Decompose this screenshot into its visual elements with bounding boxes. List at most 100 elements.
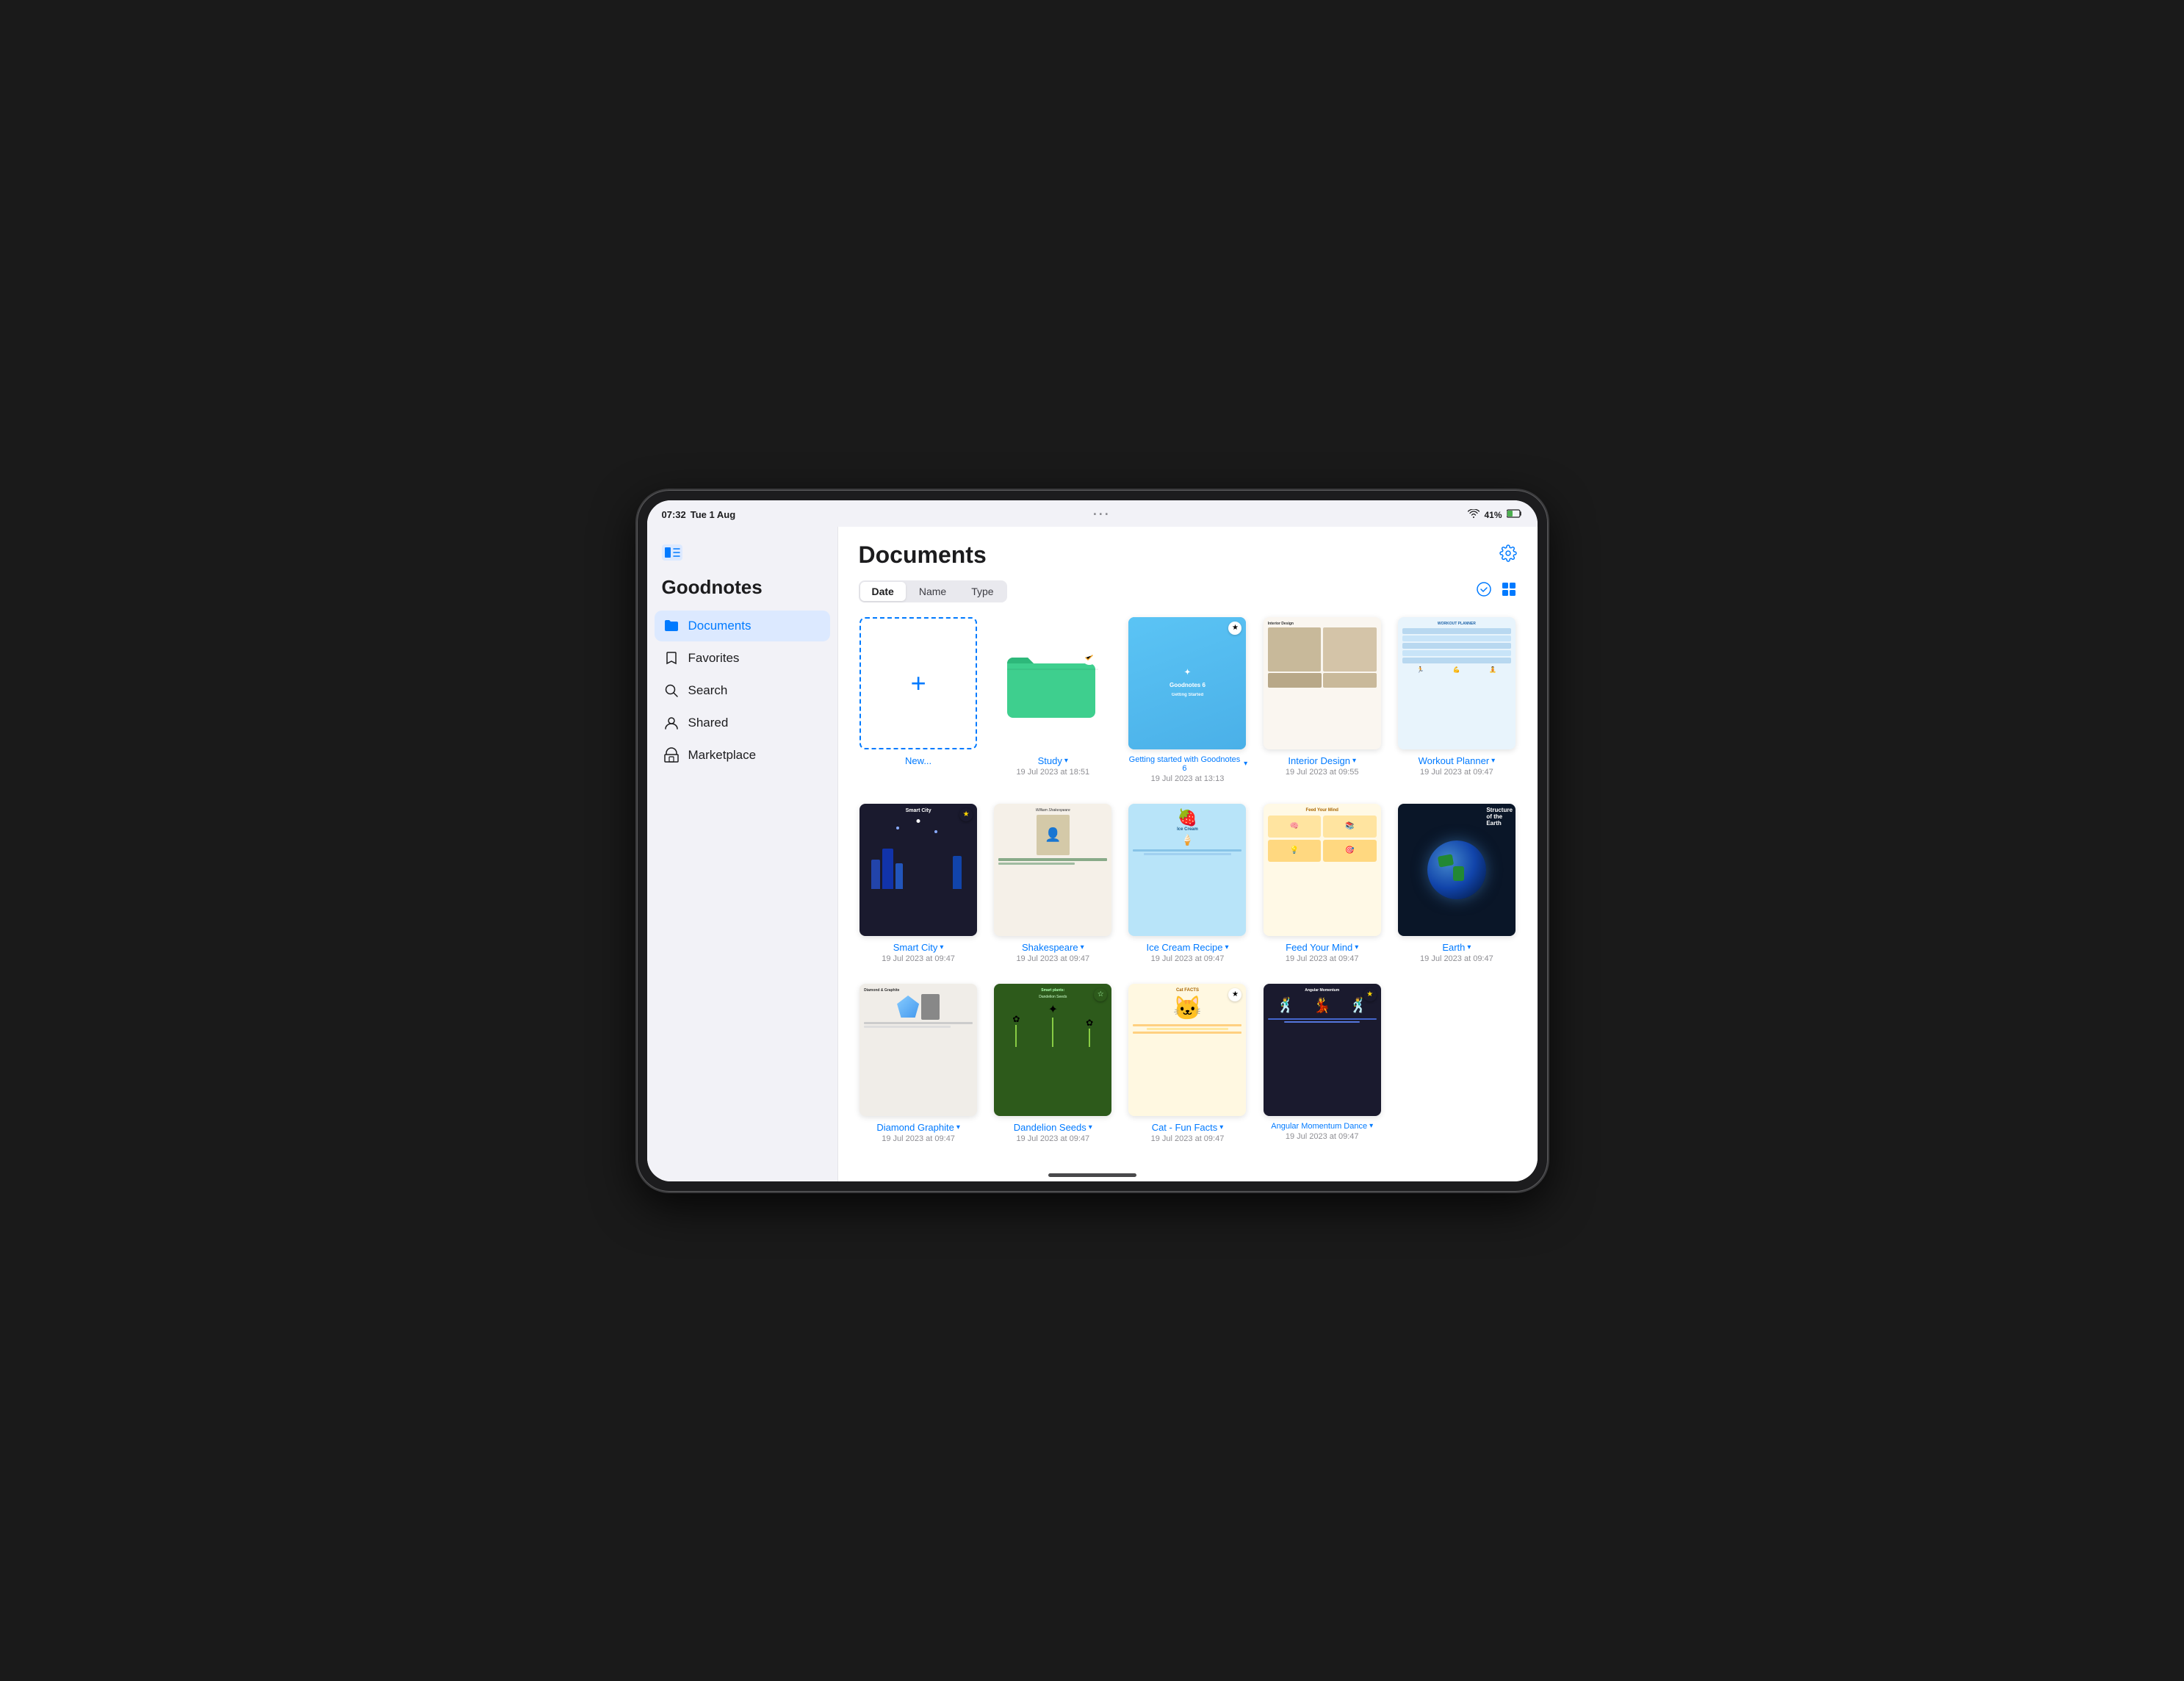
sort-type[interactable]: Type: [959, 582, 1005, 601]
doc-workout-planner[interactable]: WORKOUT PLANNER 🏃: [1396, 617, 1516, 783]
settings-button[interactable]: [1499, 544, 1517, 566]
sidebar-item-favorites[interactable]: Favorites: [655, 643, 830, 674]
doc-workout-planner-thumbnail: WORKOUT PLANNER 🏃: [1398, 617, 1516, 749]
doc-angular-momentum-date: 19 Jul 2023 at 09:47: [1286, 1132, 1359, 1141]
doc-interior-design-name: Interior Design ▾: [1288, 755, 1356, 766]
star-badge: ★: [1228, 622, 1241, 635]
search-icon: [663, 683, 680, 699]
device-frame: 07:32 Tue 1 Aug ··· 41%: [637, 490, 1548, 1192]
star-badge: ☆: [1094, 988, 1107, 1001]
doc-study-date: 19 Jul 2023 at 18:51: [1016, 768, 1089, 777]
chevron-icon: ▾: [1244, 760, 1247, 768]
chevron-down-icon: ▾: [1064, 757, 1068, 765]
status-bar: 07:32 Tue 1 Aug ··· 41%: [647, 500, 1538, 527]
doc-diamond-graphite-date: 19 Jul 2023 at 09:47: [882, 1134, 955, 1143]
folder-icon: [663, 618, 680, 634]
sidebar-toggle-button[interactable]: [662, 544, 682, 564]
sidebar-item-documents[interactable]: Documents: [655, 611, 830, 641]
doc-shakespeare[interactable]: William Shakespeare 👤 Shakespeare ▾: [993, 804, 1113, 963]
sidebar-item-favorites-label: Favorites: [688, 651, 740, 666]
sidebar-header: [647, 539, 837, 576]
doc-shakespeare-date: 19 Jul 2023 at 09:47: [1016, 954, 1089, 963]
doc-interior-design-date: 19 Jul 2023 at 09:55: [1286, 768, 1359, 777]
doc-cat-fun-facts[interactable]: Cat FACTS 🐱 ★ Cat - Fun: [1128, 984, 1247, 1143]
status-left: 07:32 Tue 1 Aug: [662, 509, 736, 520]
sort-date[interactable]: Date: [860, 582, 906, 601]
doc-dandelion-seeds-name: Dandelion Seeds ▾: [1014, 1122, 1092, 1133]
date: Tue 1 Aug: [691, 509, 735, 520]
star-badge: ★: [959, 808, 973, 821]
doc-smart-city-date: 19 Jul 2023 at 09:47: [882, 954, 955, 963]
bookmark-icon: [663, 650, 680, 666]
time: 07:32: [662, 509, 686, 520]
app-title-area: Goodnotes: [647, 576, 837, 611]
doc-diamond-graphite[interactable]: Diamond & Graphite Diamond Graphite: [859, 984, 979, 1143]
main-content: Documents Date Name: [838, 527, 1538, 1181]
doc-smart-city[interactable]: Smart City: [859, 804, 979, 963]
doc-interior-design-thumbnail: Interior Design: [1264, 617, 1381, 749]
doc-cat-fun-facts-date: 19 Jul 2023 at 09:47: [1151, 1134, 1225, 1143]
new-doc-thumbnail: +: [859, 617, 977, 749]
app-title: Goodnotes: [662, 576, 763, 598]
screen: 07:32 Tue 1 Aug ··· 41%: [647, 500, 1538, 1181]
header-actions: [1499, 544, 1517, 566]
sidebar-nav: Documents Favorites: [647, 611, 837, 771]
sidebar-item-search-label: Search: [688, 683, 728, 698]
doc-getting-started[interactable]: ✦ Goodnotes 6 Getting Started ★ Getting …: [1128, 617, 1247, 783]
doc-shakespeare-name: Shakespeare ▾: [1022, 942, 1084, 953]
home-indicator: [1048, 1173, 1136, 1177]
sort-bar: Date Name Type: [859, 580, 1517, 602]
doc-ice-cream[interactable]: 🍓 Ice Cream 🍦 Ice Cream Recipe: [1128, 804, 1247, 963]
chevron-icon: ▾: [1467, 943, 1471, 951]
doc-study[interactable]: Study ▾ 19 Jul 2023 at 18:51: [993, 617, 1113, 783]
doc-study-name: Study ▾: [1038, 755, 1068, 766]
sidebar-item-marketplace-label: Marketplace: [688, 748, 757, 763]
sidebar-item-search[interactable]: Search: [655, 675, 830, 706]
chevron-icon: ▾: [1089, 1123, 1092, 1131]
battery-icon: [1507, 509, 1523, 520]
doc-feed-your-mind[interactable]: Feed Your Mind 🧠 📚 💡 🎯 Feed Your Mi: [1262, 804, 1382, 963]
star-badge: ★: [1228, 988, 1241, 1001]
status-center-dots: ···: [1093, 507, 1111, 522]
doc-dandelion-seeds-thumbnail: Smart plants: Dandelion Seeds ✿: [994, 984, 1111, 1116]
center-dots: ···: [1093, 507, 1111, 522]
doc-interior-design[interactable]: Interior Design: [1262, 617, 1382, 783]
view-controls: [1476, 581, 1517, 601]
grid-view-icon[interactable]: [1501, 581, 1517, 601]
chevron-icon: ▾: [1369, 1122, 1373, 1130]
doc-smart-city-name: Smart City ▾: [893, 942, 944, 953]
doc-getting-started-date: 19 Jul 2023 at 13:13: [1151, 774, 1225, 783]
doc-feed-your-mind-name: Feed Your Mind ▾: [1286, 942, 1358, 953]
star-badge: ★: [1363, 988, 1377, 1001]
sidebar-item-shared[interactable]: Shared: [655, 708, 830, 738]
doc-diamond-graphite-name: Diamond Graphite ▾: [876, 1122, 960, 1133]
doc-earth[interactable]: Structureof theEarth Earth ▾ 19 Jul 2023…: [1396, 804, 1516, 963]
battery: 41%: [1484, 510, 1502, 520]
wifi-icon: [1468, 509, 1480, 520]
doc-getting-started-name: Getting started with Goodnotes 6 ▾: [1128, 755, 1247, 773]
chevron-icon: ▾: [1081, 943, 1084, 951]
sidebar: Goodnotes Documents: [647, 527, 838, 1181]
sidebar-item-marketplace[interactable]: Marketplace: [655, 740, 830, 771]
doc-angular-momentum[interactable]: Angular Momentum 🕺 💃 🕺: [1262, 984, 1382, 1143]
sort-tabs: Date Name Type: [859, 580, 1007, 602]
chevron-icon: ▾: [1219, 1123, 1223, 1131]
chevron-icon: ▾: [1491, 757, 1495, 765]
checkmark-icon[interactable]: [1476, 581, 1492, 601]
storefront-icon: [663, 747, 680, 763]
sort-name[interactable]: Name: [907, 582, 958, 601]
doc-earth-name: Earth ▾: [1442, 942, 1471, 953]
documents-grid: + New...: [859, 617, 1517, 1143]
chevron-icon: ▾: [956, 1123, 960, 1131]
doc-workout-planner-name: Workout Planner ▾: [1419, 755, 1496, 766]
doc-dandelion-seeds-date: 19 Jul 2023 at 09:47: [1016, 1134, 1089, 1143]
doc-dandelion-seeds[interactable]: Smart plants: Dandelion Seeds ✿: [993, 984, 1113, 1143]
page-title: Documents: [859, 541, 987, 569]
doc-earth-thumbnail: Structureof theEarth: [1398, 804, 1516, 936]
new-doc-label: New...: [905, 755, 931, 766]
doc-angular-momentum-thumbnail: Angular Momentum 🕺 💃 🕺: [1264, 984, 1381, 1116]
status-right: 41%: [1468, 509, 1522, 520]
doc-angular-momentum-name: Angular Momentum Dance ▾: [1271, 1122, 1373, 1131]
sidebar-item-shared-label: Shared: [688, 716, 729, 730]
new-document-button[interactable]: + New...: [859, 617, 979, 783]
